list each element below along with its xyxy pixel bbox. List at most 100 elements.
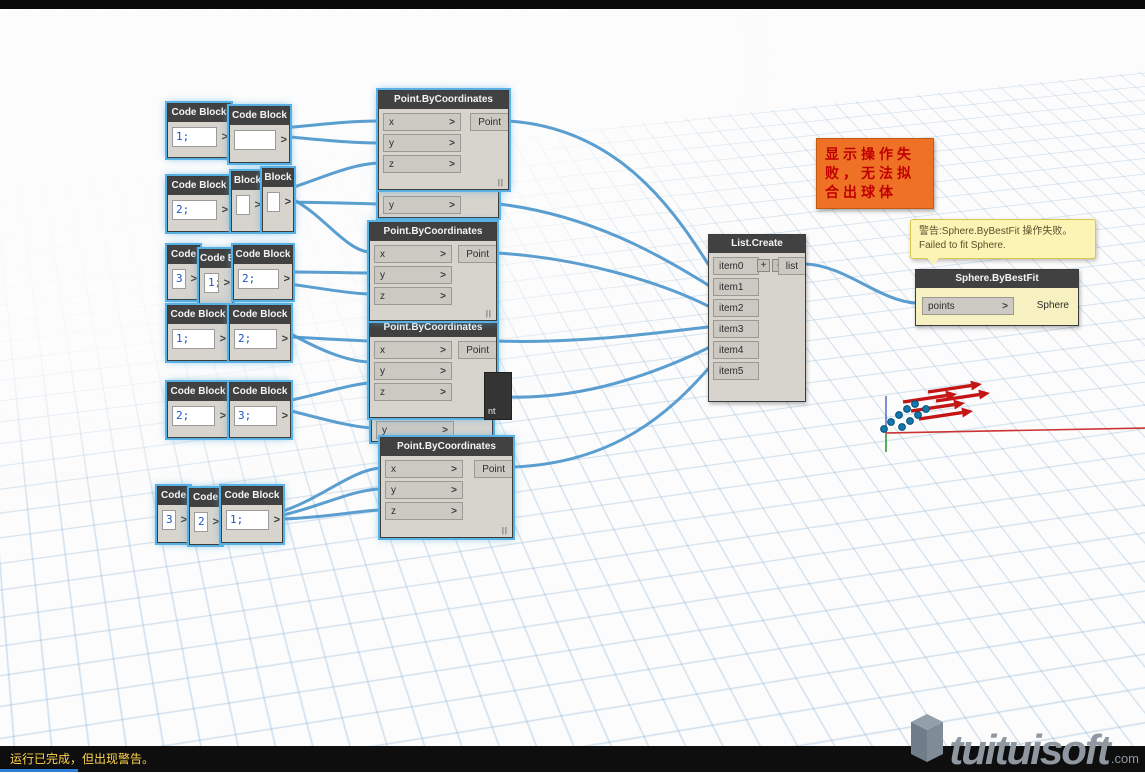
code-block-node[interactable]: Code B1;>: [199, 249, 233, 304]
input-port-z[interactable]: z>: [374, 287, 452, 305]
output-port-sphere[interactable]: Sphere: [1037, 300, 1069, 311]
output-port[interactable]: >: [220, 333, 226, 345]
node-title: Point.ByCoordinates: [370, 223, 496, 241]
node-body: 3; >: [230, 401, 290, 431]
code-block-node[interactable]: Code Block1;>: [221, 486, 283, 543]
list-create-node[interactable]: List.Create item0item1item2item3item4ite…: [708, 234, 806, 402]
code-input-field[interactable]: 3;: [162, 510, 176, 530]
output-port[interactable]: >: [255, 199, 261, 211]
output-port[interactable]: >: [282, 410, 288, 422]
lacing-indicator[interactable]: ||: [498, 178, 504, 187]
point-bycoordinates-node[interactable]: Point.ByCoordinatesx>y>z>Point||: [369, 318, 497, 418]
code-input-field[interactable]: 3;: [234, 406, 277, 426]
input-port-x[interactable]: x>: [374, 341, 452, 359]
code-block-node[interactable]: Code Block3;>: [229, 382, 291, 438]
output-port-point[interactable]: Point: [458, 341, 496, 359]
input-port-item0[interactable]: item0: [713, 257, 759, 275]
input-port-x[interactable]: x>: [374, 245, 452, 263]
code-input-field[interactable]: 2;: [234, 329, 277, 349]
code-block-node[interactable]: Code Block1;>: [167, 103, 231, 158]
code-block-node[interactable]: Code Block2;>: [233, 245, 293, 300]
code-input-field[interactable]: [234, 130, 276, 150]
code-input-field[interactable]: 2;: [172, 406, 215, 426]
output-port[interactable]: >: [285, 196, 291, 208]
input-port-item3[interactable]: item3: [713, 320, 759, 338]
code-block-node[interactable]: Block>: [231, 171, 264, 232]
input-port-y[interactable]: y>: [385, 481, 463, 499]
input-port-points[interactable]: points >: [922, 297, 1014, 315]
output-port[interactable]: >: [181, 514, 187, 526]
port-label: z: [391, 506, 396, 517]
point-bycoordinates-node[interactable]: Point.ByCoordinates x> y> z> Point ||: [369, 222, 497, 321]
chevron-icon: >: [440, 345, 446, 356]
chevron-icon: >: [451, 506, 457, 517]
node-title: Code Block: [230, 306, 290, 324]
port-label: x: [391, 464, 396, 475]
sphere-bybestfit-node[interactable]: Sphere.ByBestFit points > Sphere: [915, 269, 1079, 326]
code-input-field[interactable]: 2;: [194, 512, 208, 532]
code-input-field[interactable]: 1;: [172, 329, 215, 349]
output-port[interactable]: >: [284, 273, 290, 285]
input-port-y[interactable]: y>: [374, 266, 452, 284]
input-port-item5[interactable]: item5: [713, 362, 759, 380]
input-port-z[interactable]: z>: [383, 155, 461, 173]
input-port-item1[interactable]: item1: [713, 278, 759, 296]
output-port-point[interactable]: Point: [474, 460, 512, 478]
output-port[interactable]: >: [274, 514, 280, 526]
code-input-field[interactable]: 1;: [204, 273, 219, 293]
code-input-field[interactable]: 3;: [172, 269, 186, 289]
code-block-node[interactable]: Code2;>: [189, 488, 222, 545]
code-block-node[interactable]: Code3;>: [167, 245, 200, 300]
output-port[interactable]: >: [222, 131, 228, 143]
code-input-field[interactable]: [267, 192, 280, 212]
input-port-x[interactable]: x>: [383, 113, 461, 131]
node-body: 1; >: [200, 268, 232, 298]
code-block-node[interactable]: Code Block>: [229, 106, 290, 163]
watermark: tuituisoft .com: [905, 706, 1139, 768]
lacing-indicator[interactable]: ||: [502, 526, 508, 535]
code-block-node[interactable]: Code Block 2; >: [167, 382, 229, 438]
code-block-node[interactable]: Code3;>: [157, 486, 190, 543]
code-input-field[interactable]: 2;: [172, 200, 217, 220]
input-port-item2[interactable]: item2: [713, 299, 759, 317]
code-block-node[interactable]: Block>: [262, 168, 294, 232]
output-port[interactable]: >: [222, 204, 228, 216]
input-port[interactable]: y>: [383, 196, 461, 214]
output-port[interactable]: >: [281, 134, 287, 146]
chevron-icon: >: [449, 138, 455, 149]
workspace-canvas[interactable]: List.Create item0item1item2item3item4ite…: [0, 0, 1145, 772]
port-label: item1: [719, 282, 743, 293]
code-block-node[interactable]: Code Block1;>: [167, 305, 229, 361]
lacing-indicator[interactable]: ||: [486, 309, 492, 318]
input-port-x[interactable]: x>: [385, 460, 463, 478]
point-bycoordinates-node[interactable]: Point.ByCoordinatesx>y>z>Point||: [378, 90, 509, 190]
port-label: item3: [719, 324, 743, 335]
code-input-field[interactable]: 1;: [172, 127, 217, 147]
input-port-z[interactable]: z>: [374, 383, 452, 401]
input-port-item4[interactable]: item4: [713, 341, 759, 359]
code-block-node[interactable]: Code Block 2; >: [229, 305, 291, 361]
node-body: 2; >: [168, 195, 230, 225]
output-port[interactable]: >: [224, 277, 230, 289]
point-bycoordinates-node[interactable]: Point.ByCoordinatesx>y>z>Point||: [380, 437, 513, 538]
chevron-icon: >: [449, 117, 455, 128]
partial-point-node[interactable]: y>: [378, 191, 499, 218]
output-port[interactable]: >: [282, 333, 288, 345]
input-port-y[interactable]: y>: [383, 134, 461, 152]
output-port-list[interactable]: list: [778, 257, 805, 275]
output-port[interactable]: >: [220, 410, 226, 422]
input-port-y[interactable]: y>: [374, 362, 452, 380]
add-item-button[interactable]: +: [757, 259, 770, 272]
code-input-field[interactable]: 1;: [226, 510, 269, 530]
output-port-point[interactable]: Point: [458, 245, 496, 263]
output-port[interactable]: >: [213, 516, 219, 528]
node-body: 2; >: [190, 507, 221, 537]
node-title: Code Block: [168, 383, 228, 401]
note-annotation[interactable]: 显示操作失败，无法拟合出球体: [816, 138, 934, 209]
code-input-field[interactable]: [236, 195, 250, 215]
output-port-point[interactable]: Point: [470, 113, 508, 131]
code-input-field[interactable]: 2;: [238, 269, 279, 289]
input-port-z[interactable]: z>: [385, 502, 463, 520]
output-port[interactable]: >: [191, 273, 197, 285]
code-block-node[interactable]: Code Block2;>: [167, 176, 231, 232]
